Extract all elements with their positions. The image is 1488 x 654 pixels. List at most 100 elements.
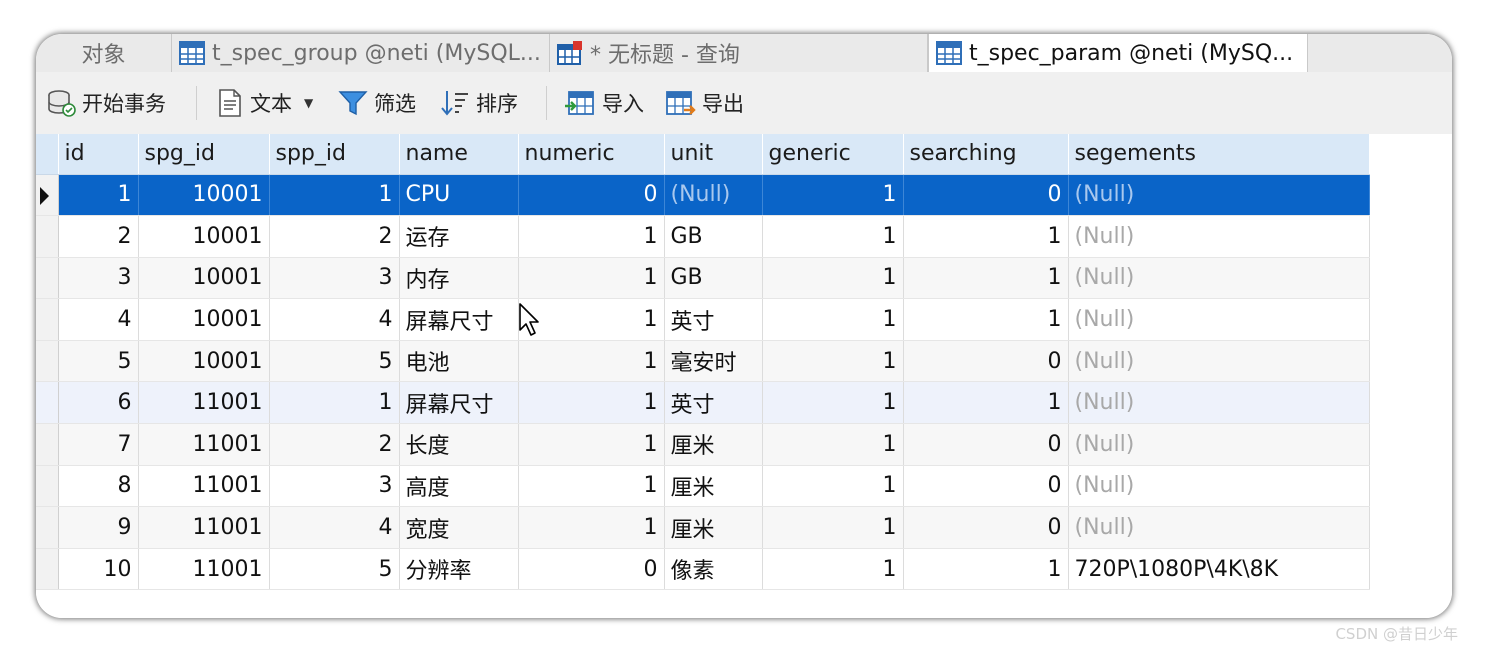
cell-id[interactable]: 8 — [58, 465, 139, 508]
import-button[interactable]: 导入 — [564, 72, 644, 134]
table-row[interactable]: 10 11001 5 分辨率 0 像素 1 1 720P\1080P\4K\8K — [36, 548, 1370, 591]
table-row[interactable]: 7 11001 2 长度 1 厘米 1 0 (Null) — [36, 423, 1370, 466]
cell-id[interactable]: 7 — [58, 423, 139, 466]
dropdown-arrow-icon[interactable]: ▼ — [304, 96, 313, 110]
cell-searching[interactable]: 1 — [903, 548, 1069, 591]
cell-searching[interactable]: 1 — [903, 257, 1069, 300]
cell-spp-id[interactable]: 2 — [269, 423, 400, 466]
column-header-name[interactable]: name — [399, 134, 519, 175]
column-header-spp-id[interactable]: spp_id — [269, 134, 400, 175]
cell-generic[interactable]: 1 — [762, 506, 904, 549]
cell-spp-id[interactable]: 4 — [269, 298, 400, 341]
cell-name[interactable]: 长度 — [399, 423, 519, 466]
row-header[interactable] — [36, 381, 59, 425]
cell-name[interactable]: 高度 — [399, 465, 519, 508]
cell-generic[interactable]: 1 — [762, 340, 904, 383]
cell-generic[interactable]: 1 — [762, 257, 904, 300]
cell-searching[interactable]: 0 — [903, 340, 1069, 383]
table-row[interactable]: 2 10001 2 运存 1 GB 1 1 (Null) — [36, 215, 1370, 258]
column-header-spg-id[interactable]: spg_id — [138, 134, 270, 175]
cell-unit[interactable]: (Null) — [664, 174, 763, 217]
cell-name[interactable]: CPU — [399, 174, 519, 217]
cell-spp-id[interactable]: 2 — [269, 215, 400, 258]
row-header[interactable] — [36, 506, 59, 549]
sort-button[interactable]: 排序 — [440, 72, 518, 134]
cell-name[interactable]: 宽度 — [399, 506, 519, 549]
cell-unit[interactable]: 厘米 — [664, 506, 763, 549]
cell-generic[interactable]: 1 — [762, 423, 904, 466]
cell-name[interactable]: 屏幕尺寸 — [399, 298, 519, 341]
cell-spg-id[interactable]: 11001 — [138, 506, 270, 549]
tab-untitled-query[interactable]: * 无标题 - 查询 — [550, 34, 928, 72]
cell-id[interactable]: 3 — [58, 257, 139, 300]
cell-unit[interactable]: 厘米 — [664, 423, 763, 466]
table-row[interactable]: 8 11001 3 高度 1 厘米 1 0 (Null) — [36, 465, 1370, 508]
cell-id[interactable]: 2 — [58, 215, 139, 258]
cell-name[interactable]: 电池 — [399, 340, 519, 383]
export-button[interactable]: 导出 — [664, 72, 744, 134]
cell-id[interactable]: 10 — [58, 548, 139, 591]
cell-numeric[interactable]: 1 — [518, 465, 665, 508]
cell-spp-id[interactable]: 5 — [269, 340, 400, 383]
cell-segements[interactable]: (Null) — [1068, 257, 1370, 300]
cell-spg-id[interactable]: 10001 — [138, 174, 270, 217]
cell-unit[interactable]: GB — [664, 257, 763, 300]
cell-generic[interactable]: 1 — [762, 548, 904, 591]
cell-numeric[interactable]: 1 — [518, 215, 665, 258]
cell-searching[interactable]: 1 — [903, 381, 1069, 425]
cell-name[interactable]: 分辨率 — [399, 548, 519, 591]
row-header[interactable] — [36, 423, 59, 466]
text-view-button[interactable]: 文本 ▼ — [216, 72, 313, 134]
table-row[interactable]: 1 10001 1 CPU 0 (Null) 1 0 (Null) — [36, 174, 1370, 217]
cell-segements[interactable]: (Null) — [1068, 298, 1370, 341]
cell-spg-id[interactable]: 10001 — [138, 298, 270, 341]
cell-generic[interactable]: 1 — [762, 215, 904, 258]
cell-id[interactable]: 4 — [58, 298, 139, 341]
row-header[interactable] — [36, 215, 59, 258]
cell-unit[interactable]: 英寸 — [664, 298, 763, 341]
cell-searching[interactable]: 0 — [903, 423, 1069, 466]
cell-spp-id[interactable]: 3 — [269, 465, 400, 508]
tab-t-spec-group[interactable]: t_spec_group @neti (MySQL... — [172, 34, 550, 72]
cell-generic[interactable]: 1 — [762, 298, 904, 341]
cell-spp-id[interactable]: 5 — [269, 548, 400, 591]
cell-searching[interactable]: 1 — [903, 298, 1069, 341]
column-header-numeric[interactable]: numeric — [518, 134, 665, 175]
cell-unit[interactable]: 英寸 — [664, 381, 763, 425]
cell-numeric[interactable]: 1 — [518, 257, 665, 300]
column-header-generic[interactable]: generic — [762, 134, 904, 175]
cell-name[interactable]: 内存 — [399, 257, 519, 300]
cell-spp-id[interactable]: 3 — [269, 257, 400, 300]
table-row[interactable]: 9 11001 4 宽度 1 厘米 1 0 (Null) — [36, 506, 1370, 549]
table-row[interactable]: 3 10001 3 内存 1 GB 1 1 (Null) — [36, 257, 1370, 300]
table-row[interactable]: 4 10001 4 屏幕尺寸 1 英寸 1 1 (Null) — [36, 298, 1370, 341]
table-row[interactable]: 5 10001 5 电池 1 毫安时 1 0 (Null) — [36, 340, 1370, 383]
row-header[interactable] — [36, 298, 59, 341]
cell-generic[interactable]: 1 — [762, 174, 904, 217]
cell-name[interactable]: 屏幕尺寸 — [399, 381, 519, 425]
cell-id[interactable]: 6 — [58, 381, 139, 425]
cell-unit[interactable]: 毫安时 — [664, 340, 763, 383]
column-header-unit[interactable]: unit — [664, 134, 763, 175]
cell-numeric[interactable]: 0 — [518, 548, 665, 591]
cell-id[interactable]: 9 — [58, 506, 139, 549]
cell-spg-id[interactable]: 11001 — [138, 423, 270, 466]
cell-generic[interactable]: 1 — [762, 381, 904, 425]
cell-spg-id[interactable]: 10001 — [138, 215, 270, 258]
row-header[interactable] — [36, 257, 59, 300]
cell-numeric[interactable]: 1 — [518, 381, 665, 425]
row-header[interactable] — [36, 340, 59, 383]
cell-spg-id[interactable]: 11001 — [138, 548, 270, 591]
cell-generic[interactable]: 1 — [762, 465, 904, 508]
cell-spg-id[interactable]: 10001 — [138, 257, 270, 300]
cell-spg-id[interactable]: 10001 — [138, 340, 270, 383]
cell-spp-id[interactable]: 1 — [269, 174, 400, 217]
cell-id[interactable]: 1 — [58, 174, 139, 217]
cell-spp-id[interactable]: 4 — [269, 506, 400, 549]
cell-segements[interactable]: (Null) — [1068, 423, 1370, 466]
row-header[interactable] — [36, 548, 59, 591]
cell-segements[interactable]: (Null) — [1068, 465, 1370, 508]
cell-unit[interactable]: 厘米 — [664, 465, 763, 508]
row-header[interactable] — [36, 465, 59, 508]
cell-spg-id[interactable]: 11001 — [138, 381, 270, 425]
